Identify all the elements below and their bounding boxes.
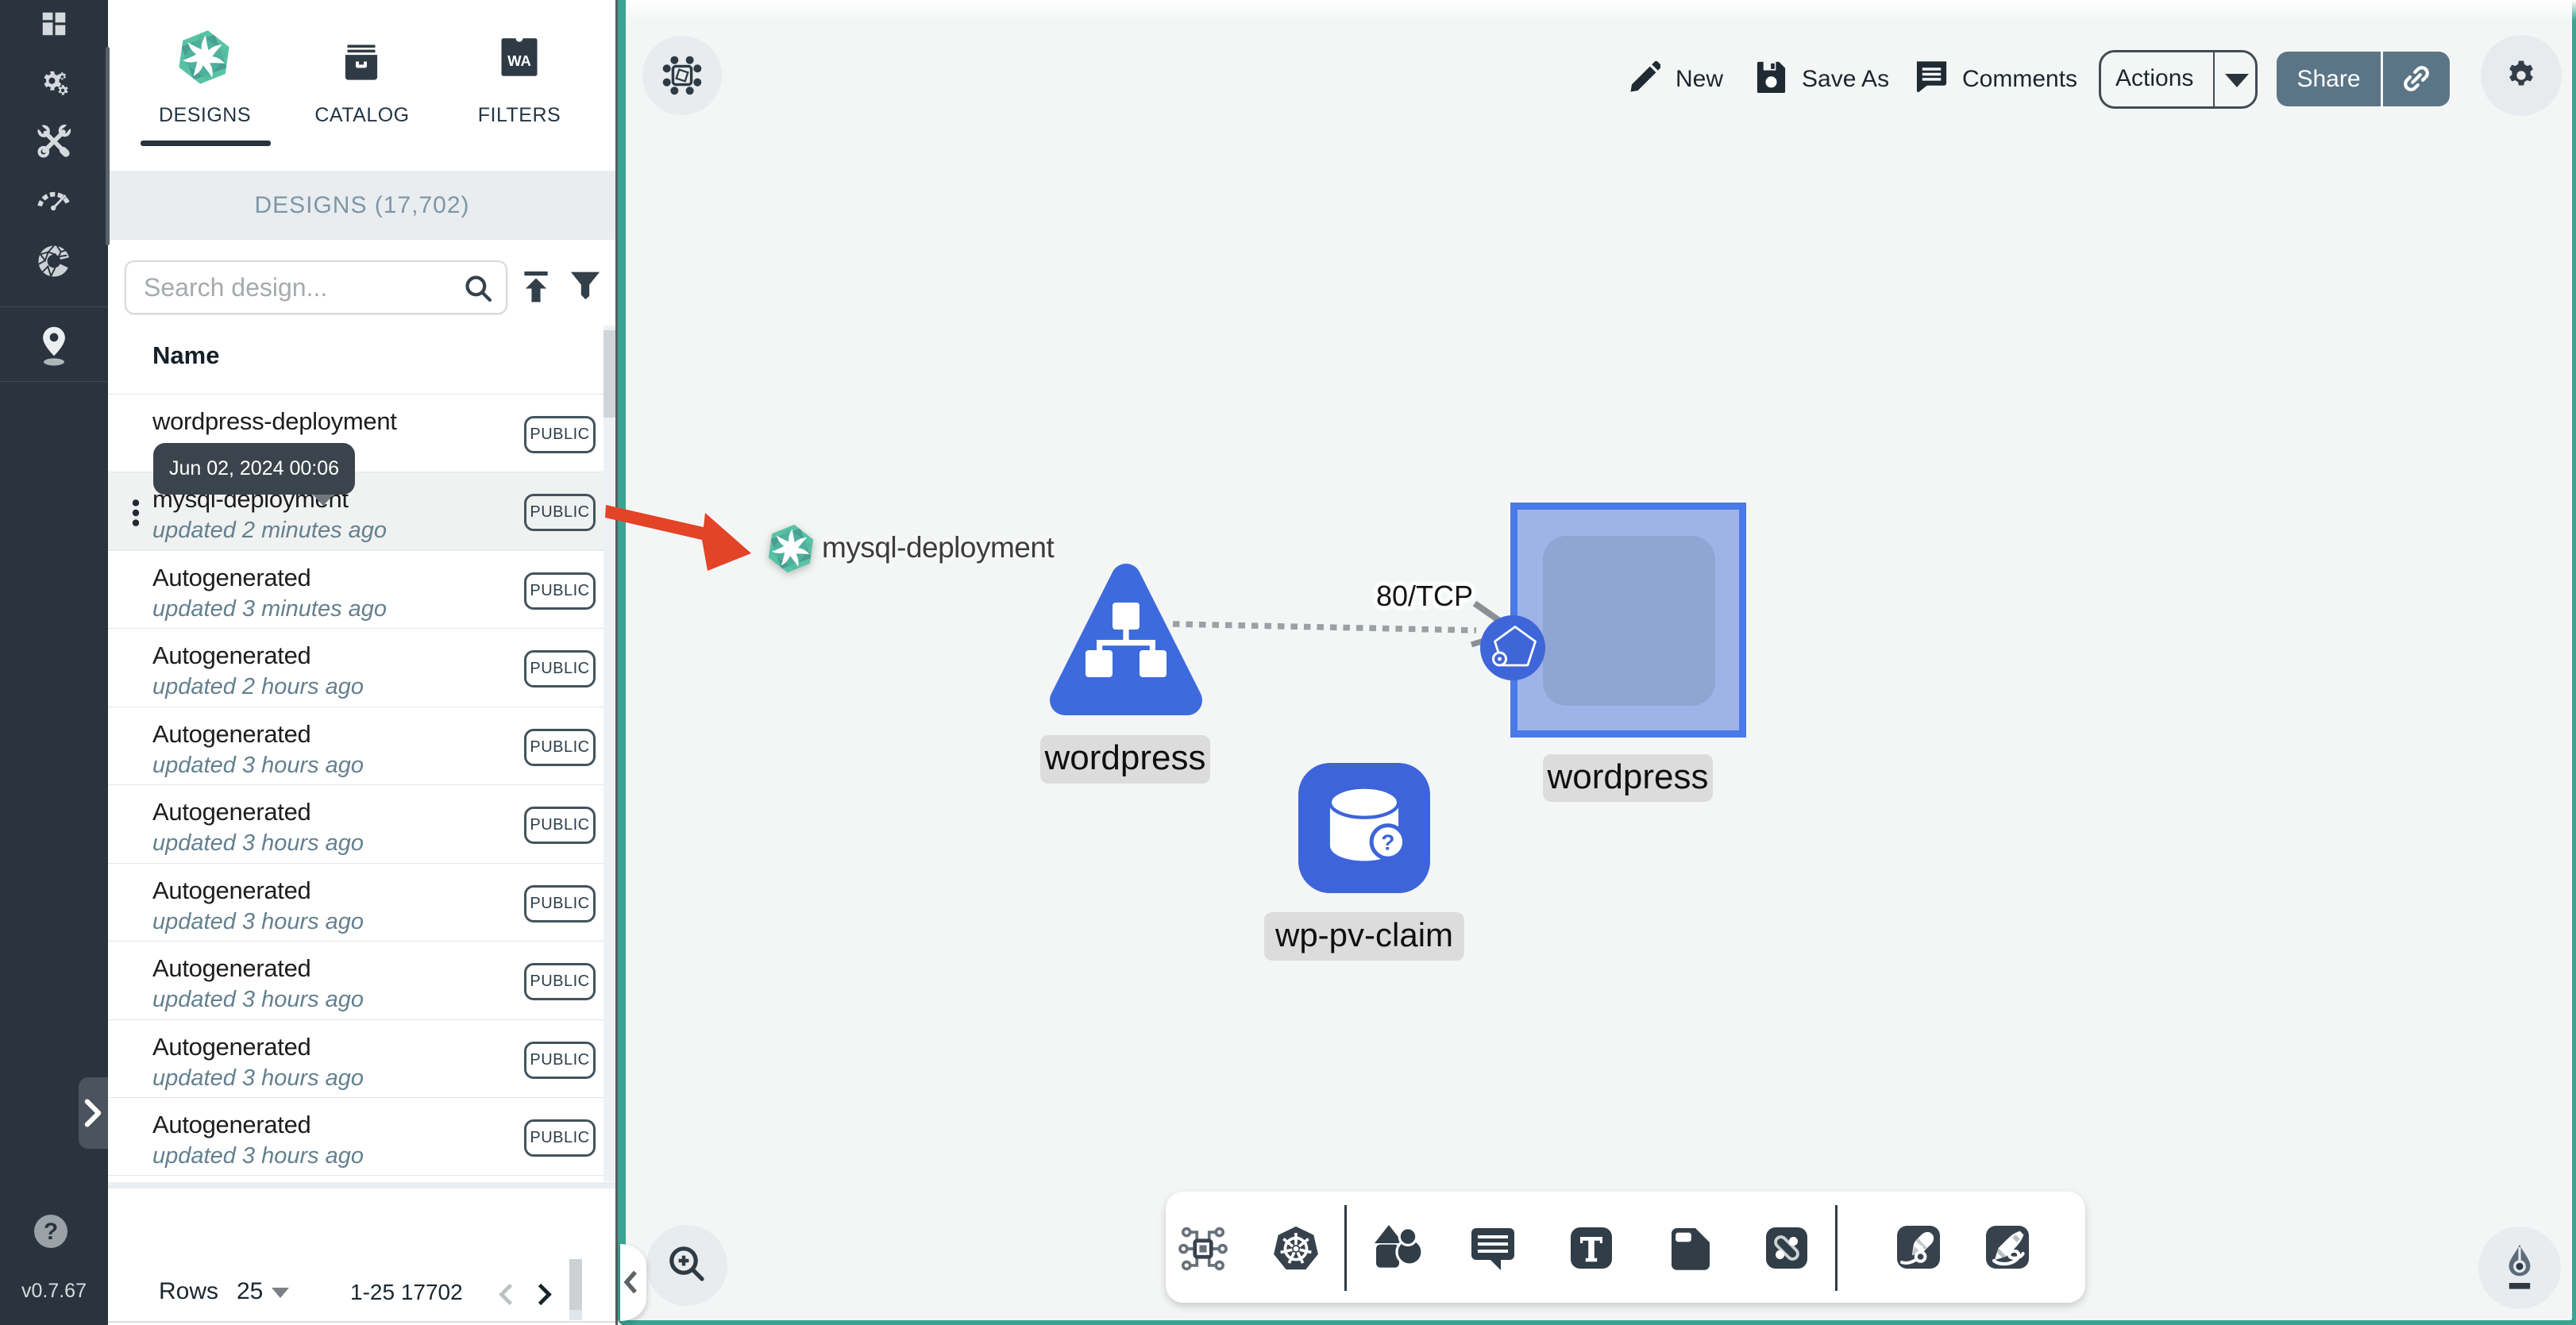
svg-text:80/TCP: 80/TCP: [1376, 580, 1473, 612]
svg-text:WA: WA: [507, 52, 531, 69]
svg-text:?: ?: [1381, 830, 1394, 854]
